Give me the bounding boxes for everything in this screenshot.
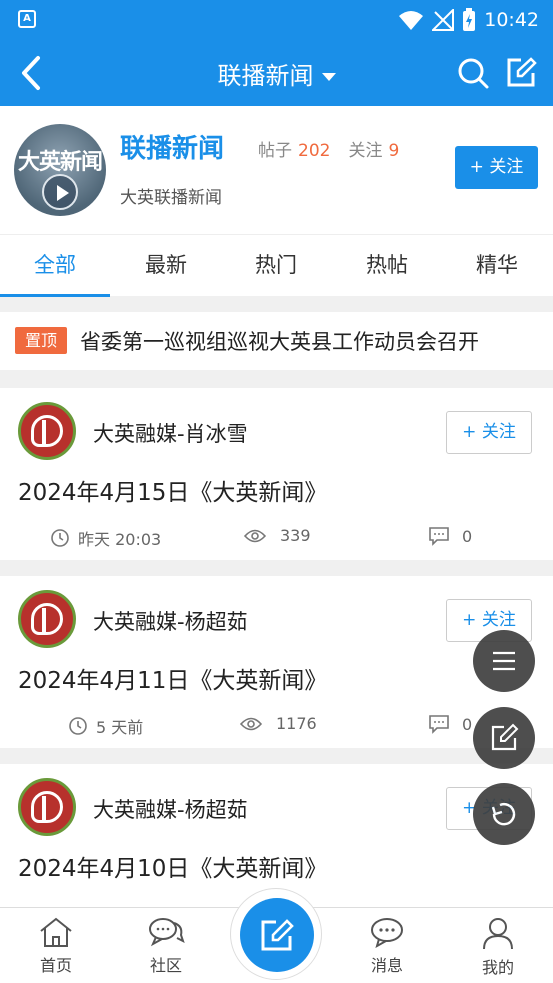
followers-count: 9 xyxy=(388,141,400,161)
search-icon[interactable] xyxy=(456,56,490,90)
post-card[interactable]: 大英融媒-杨超茹 + 关注 2024年4月10日《大英新闻》 xyxy=(0,764,553,907)
center-compose-button[interactable] xyxy=(230,888,322,980)
tab-all[interactable]: 全部 xyxy=(0,235,110,297)
system-icons: 10:42 xyxy=(398,7,539,33)
comment-icon xyxy=(429,715,449,734)
clock-icon xyxy=(51,529,69,547)
community-icon xyxy=(149,918,185,947)
top-navbar: 联播新闻 xyxy=(0,40,553,106)
eye-icon xyxy=(240,717,262,730)
posts-count: 202 xyxy=(298,141,331,161)
post-meta: 昨天 20:03 339 0 xyxy=(0,526,553,550)
forum-header: 大英新闻 联播新闻 帖子 202 关注 9 大英联播新闻 + 关注 xyxy=(0,106,553,234)
signal-off-icon xyxy=(432,9,455,31)
post-title[interactable]: 2024年4月15日《大英新闻》 xyxy=(18,473,327,507)
nav-community[interactable]: 社区 xyxy=(126,916,206,976)
avatar[interactable] xyxy=(18,778,76,836)
avatar[interactable] xyxy=(18,402,76,460)
edit-icon[interactable] xyxy=(504,56,538,90)
post-views: 339 xyxy=(280,526,311,545)
nav-messages-label: 消息 xyxy=(370,956,403,975)
nav-profile[interactable]: 我的 xyxy=(458,916,538,978)
pinned-badge: 置顶 xyxy=(15,327,67,354)
tab-popular[interactable]: 热门 xyxy=(221,235,331,297)
post-comments: 0 xyxy=(462,714,473,734)
post-author[interactable]: 大英融媒-杨超茹 xyxy=(93,606,248,636)
post-card[interactable]: 大英融媒-肖冰雪 + 关注 2024年4月15日《大英新闻》 昨天 20:03 … xyxy=(0,388,553,560)
avatar[interactable] xyxy=(18,590,76,648)
nav-messages[interactable]: 消息 xyxy=(347,916,427,976)
compose-fab[interactable] xyxy=(473,707,535,769)
posts-label: 帖子 xyxy=(258,141,292,161)
tab-bar: 全部 最新 热门 热帖 精华 xyxy=(0,234,553,297)
refresh-fab[interactable] xyxy=(473,783,535,845)
forum-logo-text: 大英新闻 xyxy=(17,149,103,175)
follow-forum-button[interactable]: + 关注 xyxy=(455,146,538,189)
forum-description: 大英联播新闻 xyxy=(120,188,222,208)
pinned-title: 省委第一巡视组巡视大英县工作动员会召开 xyxy=(80,330,479,354)
tab-latest[interactable]: 最新 xyxy=(111,235,221,297)
home-icon xyxy=(40,917,72,947)
tab-featured[interactable]: 精华 xyxy=(442,235,552,297)
wifi-icon xyxy=(399,11,424,30)
pinned-post[interactable]: 置顶 省委第一巡视组巡视大英县工作动员会召开 xyxy=(0,312,553,370)
status-bar: A 10:42 xyxy=(0,0,553,40)
post-meta: 5 天前 1176 0 xyxy=(0,714,553,738)
nav-community-label: 社区 xyxy=(149,956,182,975)
post-card[interactable]: 大英融媒-杨超茹 + 关注 2024年4月11日《大英新闻》 5 天前 1176… xyxy=(0,576,553,748)
message-icon xyxy=(371,918,403,948)
center-compose-circle xyxy=(240,898,314,972)
follow-user-button[interactable]: + 关注 xyxy=(446,411,532,454)
post-comments: 0 xyxy=(462,526,473,546)
app-notification-icon: A xyxy=(18,10,36,28)
menu-icon xyxy=(493,651,515,671)
followers-label: 关注 xyxy=(348,141,383,161)
compose-icon xyxy=(491,723,519,751)
eye-icon xyxy=(244,529,266,542)
play-icon xyxy=(42,174,78,210)
post-title[interactable]: 2024年4月10日《大英新闻》 xyxy=(18,849,327,883)
post-title[interactable]: 2024年4月11日《大英新闻》 xyxy=(18,661,327,695)
post-author[interactable]: 大英融媒-杨超茹 xyxy=(93,794,248,824)
forum-stats: 帖子 202 关注 9 xyxy=(258,136,417,161)
forum-name: 联播新闻 xyxy=(120,134,225,164)
nav-home-label: 首页 xyxy=(39,956,72,975)
nav-home[interactable]: 首页 xyxy=(16,916,96,976)
menu-fab[interactable] xyxy=(473,630,535,692)
refresh-icon xyxy=(491,803,516,826)
comment-icon xyxy=(429,527,449,546)
post-time: 5 天前 xyxy=(96,718,144,737)
page-title: 联播新闻 xyxy=(217,62,314,90)
profile-icon xyxy=(483,918,513,950)
clock-icon xyxy=(69,717,87,735)
battery-icon xyxy=(463,8,476,31)
chevron-down-icon xyxy=(321,73,336,81)
post-author[interactable]: 大英融媒-肖冰雪 xyxy=(93,418,248,448)
compose-icon xyxy=(261,919,294,951)
forum-logo: 大英新闻 xyxy=(14,124,106,216)
nav-profile-label: 我的 xyxy=(481,958,514,977)
post-views: 1176 xyxy=(276,714,317,733)
tab-hot-posts[interactable]: 热帖 xyxy=(332,235,442,297)
post-time: 昨天 20:03 xyxy=(78,530,162,549)
clock: 10:42 xyxy=(484,9,539,31)
